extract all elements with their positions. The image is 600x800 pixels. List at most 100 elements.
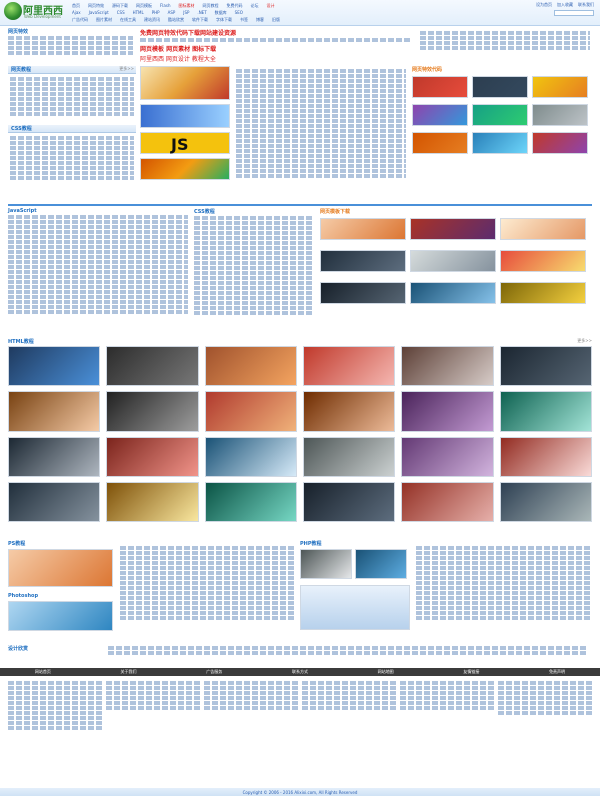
news-list[interactable]: [8, 74, 136, 119]
nav-link[interactable]: 在线工具: [120, 17, 136, 23]
footer-bar-link[interactable]: 联系方式: [292, 669, 308, 675]
footer-bar-link[interactable]: 网站首页: [35, 669, 51, 675]
nav-link[interactable]: 网页模板: [136, 3, 152, 9]
gallery-thumb[interactable]: [106, 436, 199, 477]
news-list-2[interactable]: [8, 133, 136, 183]
gallery-thumb[interactable]: [401, 436, 494, 477]
nav-link[interactable]: 广告代码: [72, 17, 88, 23]
nav-link[interactable]: JavaScript: [89, 10, 109, 16]
header-search-box[interactable]: [554, 10, 594, 16]
gallery-thumb[interactable]: [8, 346, 101, 387]
nav-link[interactable]: Ajax: [72, 10, 81, 16]
php-thumb[interactable]: [355, 549, 407, 579]
download-thumb[interactable]: [532, 76, 588, 98]
download-thumb[interactable]: [412, 104, 468, 126]
nav-link[interactable]: CSS: [117, 10, 125, 16]
template-thumb[interactable]: [320, 282, 406, 304]
nav-link[interactable]: 旧版: [272, 17, 280, 23]
nav-link[interactable]: 免费代码: [226, 3, 242, 9]
nav-link[interactable]: 建站资讯: [144, 17, 160, 23]
gallery-thumb[interactable]: [499, 436, 592, 477]
logo[interactable]: 阿里西西 Web Development: [4, 2, 64, 22]
feature-image[interactable]: [140, 104, 230, 128]
set-homepage-link[interactable]: 设为首页: [536, 2, 552, 8]
footer-bar-link[interactable]: 关于我们: [121, 669, 137, 675]
footer-bar-link[interactable]: 友情链接: [463, 669, 479, 675]
download-thumb[interactable]: [412, 132, 468, 154]
gallery-thumb[interactable]: [303, 346, 396, 387]
photo-image[interactable]: [8, 549, 113, 587]
template-thumb[interactable]: [500, 282, 586, 304]
template-thumb[interactable]: [410, 250, 496, 272]
left-top-links[interactable]: [8, 36, 133, 55]
nav-link[interactable]: 数据库: [215, 10, 227, 16]
nav-link[interactable]: 源码下载: [112, 3, 128, 9]
nav-link[interactable]: 书签: [240, 17, 248, 23]
php-screenshot[interactable]: [300, 585, 410, 630]
template-thumb[interactable]: [320, 250, 406, 272]
download-thumb[interactable]: [472, 104, 528, 126]
footer-link-column[interactable]: [400, 680, 494, 780]
gallery-thumb[interactable]: [499, 481, 592, 522]
footer-link-column[interactable]: [8, 680, 102, 780]
footer-bar-link[interactable]: 网站地图: [378, 669, 394, 675]
download-thumb[interactable]: [472, 132, 528, 154]
download-thumb[interactable]: [532, 132, 588, 154]
gallery-thumb[interactable]: [204, 436, 297, 477]
nav-link[interactable]: 字体下载: [216, 17, 232, 23]
js-banner[interactable]: JS: [140, 132, 230, 154]
more-link[interactable]: 更多>>: [119, 66, 136, 72]
gallery-thumb[interactable]: [8, 481, 101, 522]
contact-link[interactable]: 联系我们: [578, 2, 594, 8]
nav-link[interactable]: JSP: [183, 10, 189, 16]
nav-link[interactable]: 软件下载: [192, 17, 208, 23]
nav-link[interactable]: ASP: [168, 10, 176, 16]
headline-line-2[interactable]: 网页模板 网页素材 图标下载: [140, 44, 410, 53]
feature-image[interactable]: [140, 66, 230, 100]
template-thumb[interactable]: [500, 250, 586, 272]
headline-line-3[interactable]: 阿里西西 网页设计 教程大全: [140, 54, 410, 63]
download-thumb[interactable]: [472, 76, 528, 98]
lower-list-2[interactable]: [416, 545, 592, 621]
nav-link[interactable]: .NET: [197, 10, 206, 16]
footer-bar-link[interactable]: 广告服务: [206, 669, 222, 675]
gallery-thumb[interactable]: [204, 346, 297, 387]
gallery-thumb[interactable]: [303, 481, 396, 522]
bookmark-link[interactable]: 加入收藏: [557, 2, 573, 8]
gallery-thumb[interactable]: [401, 346, 494, 387]
footer-link-column[interactable]: [302, 680, 396, 780]
gallery-thumb[interactable]: [401, 481, 494, 522]
design-list[interactable]: [108, 645, 588, 656]
template-thumb[interactable]: [410, 282, 496, 304]
template-thumb[interactable]: [500, 218, 586, 240]
nav-link[interactable]: 博客: [256, 17, 264, 23]
headline-sub-links[interactable]: [140, 38, 410, 42]
nav-link[interactable]: PHP: [152, 10, 160, 16]
footer-link-column[interactable]: [106, 680, 200, 780]
gallery-thumb[interactable]: [106, 346, 199, 387]
nav-link[interactable]: 酷站欣赏: [168, 17, 184, 23]
nav-link[interactable]: HTML: [133, 10, 144, 16]
gallery-thumb[interactable]: [499, 346, 592, 387]
css-list[interactable]: [194, 216, 314, 315]
gallery-thumb[interactable]: [106, 481, 199, 522]
nav-link[interactable]: 图片素材: [96, 17, 112, 23]
gallery-thumb[interactable]: [499, 391, 592, 432]
gallery-thumb[interactable]: [303, 436, 396, 477]
gallery-thumb[interactable]: [204, 481, 297, 522]
footer-link-column[interactable]: [498, 680, 592, 780]
middle-article-list[interactable]: [236, 68, 406, 179]
gallery-thumb[interactable]: [106, 391, 199, 432]
nav-link[interactable]: 首页: [72, 3, 80, 9]
lower-list-1[interactable]: [120, 545, 295, 621]
gallery-thumb[interactable]: [8, 391, 101, 432]
feature-image[interactable]: [140, 158, 230, 180]
nav-link[interactable]: 设计: [266, 3, 274, 9]
gallery-thumb[interactable]: [401, 391, 494, 432]
php-thumb[interactable]: [300, 549, 352, 579]
nav-link[interactable]: Flash: [160, 3, 170, 9]
gallery-thumb[interactable]: [303, 391, 396, 432]
download-thumb[interactable]: [532, 104, 588, 126]
more-link[interactable]: 更多>>: [577, 338, 592, 344]
gallery-thumb[interactable]: [8, 436, 101, 477]
